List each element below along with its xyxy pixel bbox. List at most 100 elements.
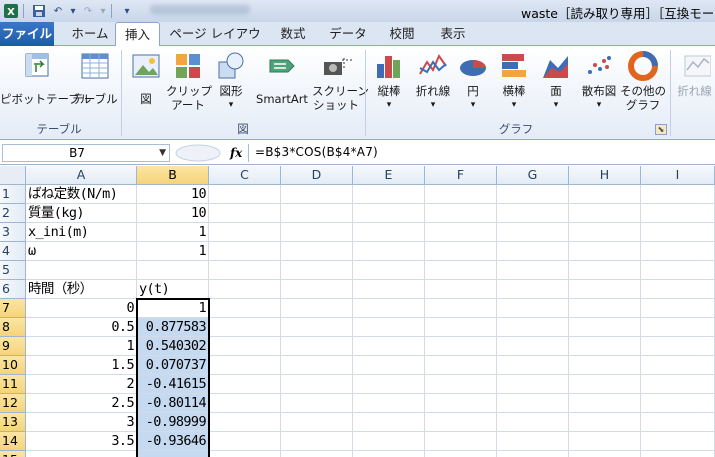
cell-i8[interactable] [641, 318, 715, 337]
cell-d5[interactable] [281, 261, 353, 280]
cell-g11[interactable] [497, 375, 569, 394]
cell-a3[interactable]: x_ini(m) [26, 223, 137, 242]
cell-g7[interactable] [497, 299, 569, 318]
cell-e2[interactable] [353, 204, 425, 223]
cell-i10[interactable] [641, 356, 715, 375]
cell-i11[interactable] [641, 375, 715, 394]
excel-logo-icon[interactable]: X [3, 3, 19, 19]
cell-i2[interactable] [641, 204, 715, 223]
row-header-3[interactable]: 3 [0, 223, 26, 242]
cell-h9[interactable] [569, 337, 641, 356]
cell-f8[interactable] [425, 318, 497, 337]
cell-d13[interactable] [281, 413, 353, 432]
tab-data[interactable]: データ [322, 24, 374, 46]
cell-e4[interactable] [353, 242, 425, 261]
area-chart-button[interactable]: 面 ▾ [538, 50, 574, 112]
cell-b5[interactable] [137, 261, 209, 280]
row-header-7[interactable]: 7 [0, 299, 26, 318]
cell-h6[interactable] [569, 280, 641, 299]
undo-icon[interactable]: ↶ [50, 3, 66, 19]
cell-g1[interactable] [497, 185, 569, 204]
row-header-15[interactable]: 15 [0, 451, 26, 457]
cell-a7[interactable]: 0 [26, 299, 137, 318]
cell-i4[interactable] [641, 242, 715, 261]
pie-chart-button[interactable]: 円 ▾ [456, 50, 490, 112]
cell-c1[interactable] [209, 185, 281, 204]
cell-a13[interactable]: 3 [26, 413, 137, 432]
cell-b7[interactable]: 1 [137, 299, 209, 318]
cell-g2[interactable] [497, 204, 569, 223]
cell-d9[interactable] [281, 337, 353, 356]
cell-d10[interactable] [281, 356, 353, 375]
cell-c8[interactable] [209, 318, 281, 337]
cell-e8[interactable] [353, 318, 425, 337]
cell-f9[interactable] [425, 337, 497, 356]
cell-c12[interactable] [209, 394, 281, 413]
cell-f13[interactable] [425, 413, 497, 432]
cell-c15[interactable] [209, 451, 281, 457]
formula-input[interactable]: =B$3*COS(B$4*A7) [248, 144, 715, 162]
cell-h15[interactable] [569, 451, 641, 457]
cell-b10[interactable]: 0.070737 [137, 356, 209, 375]
cell-h2[interactable] [569, 204, 641, 223]
cell-a10[interactable]: 1.5 [26, 356, 137, 375]
cell-b14[interactable]: -0.93646 [137, 432, 209, 451]
cell-g8[interactable] [497, 318, 569, 337]
cell-e6[interactable] [353, 280, 425, 299]
row-header-1[interactable]: 1 [0, 185, 26, 204]
redo-icon[interactable]: ↷ [80, 3, 96, 19]
row-header-10[interactable]: 10 [0, 356, 26, 375]
tab-view[interactable]: 表示 [430, 24, 476, 46]
customize-qat-icon[interactable]: ▾ [119, 3, 135, 19]
cell-e10[interactable] [353, 356, 425, 375]
cell-d8[interactable] [281, 318, 353, 337]
cell-a2[interactable]: 質量(kg) [26, 204, 137, 223]
column-header-e[interactable]: E [353, 166, 425, 185]
cell-f1[interactable] [425, 185, 497, 204]
pivot-table-button[interactable]: ピボットテーブル [0, 50, 91, 106]
cell-a8[interactable]: 0.5 [26, 318, 137, 337]
insert-function-button[interactable]: fx [230, 146, 242, 160]
cell-g6[interactable] [497, 280, 569, 299]
table-button[interactable]: テーブル [72, 50, 118, 106]
cell-e7[interactable] [353, 299, 425, 318]
cell-f15[interactable] [425, 451, 497, 457]
smartart-button[interactable]: SmartArt [252, 50, 312, 106]
line-chart-button[interactable]: 折れ線 ▾ [410, 50, 456, 112]
cell-e15[interactable] [353, 451, 425, 457]
cell-g9[interactable] [497, 337, 569, 356]
cell-g5[interactable] [497, 261, 569, 280]
cell-e12[interactable] [353, 394, 425, 413]
cell-e14[interactable] [353, 432, 425, 451]
column-header-d[interactable]: D [281, 166, 353, 185]
cell-a6[interactable]: 時間（秒） [26, 280, 137, 299]
cell-h7[interactable] [569, 299, 641, 318]
name-box-dropdown-icon[interactable]: ▼ [159, 148, 166, 158]
cell-h11[interactable] [569, 375, 641, 394]
cell-e3[interactable] [353, 223, 425, 242]
cell-h1[interactable] [569, 185, 641, 204]
undo-dropdown-icon[interactable]: ▾ [69, 3, 77, 19]
row-header-6[interactable]: 6 [0, 280, 26, 299]
column-header-i[interactable]: I [641, 166, 715, 185]
cell-d15[interactable] [281, 451, 353, 457]
column-header-h[interactable]: H [569, 166, 641, 185]
worksheet-grid[interactable]: A B C D E F G H I 1 ばね定数(N/m) 10 2 質量(kg) 10 3 x_ini(m) 1… [0, 166, 715, 457]
row-header-9[interactable]: 9 [0, 337, 26, 356]
cell-c13[interactable] [209, 413, 281, 432]
cell-c7[interactable] [209, 299, 281, 318]
cell-h14[interactable] [569, 432, 641, 451]
row-header-8[interactable]: 8 [0, 318, 26, 337]
cell-g15[interactable] [497, 451, 569, 457]
cell-f11[interactable] [425, 375, 497, 394]
cell-e9[interactable] [353, 337, 425, 356]
column-header-c[interactable]: C [209, 166, 281, 185]
cell-b6[interactable]: y(t) [137, 280, 209, 299]
cell-a9[interactable]: 1 [26, 337, 137, 356]
cell-h13[interactable] [569, 413, 641, 432]
row-header-13[interactable]: 13 [0, 413, 26, 432]
cell-h8[interactable] [569, 318, 641, 337]
cell-b15[interactable] [137, 451, 209, 457]
cell-b4[interactable]: 1 [137, 242, 209, 261]
cell-i6[interactable] [641, 280, 715, 299]
